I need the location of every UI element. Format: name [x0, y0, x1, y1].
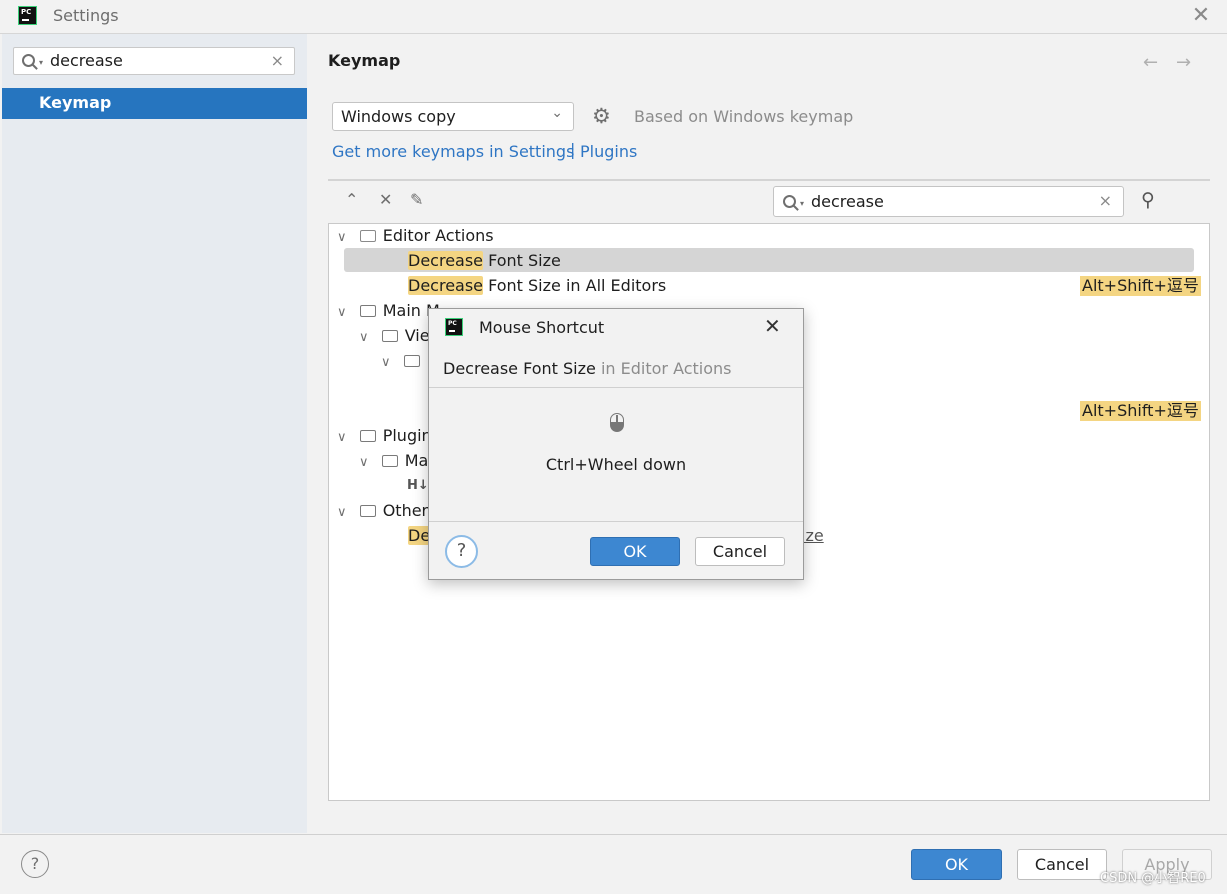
dialog-divider: [429, 521, 803, 522]
tree-folder-label: Vie: [404, 326, 430, 345]
chevron-down-icon[interactable]: ∨: [381, 355, 391, 370]
other-group-icon: [359, 505, 376, 517]
mouse-icon: [610, 413, 624, 432]
window-title: Settings: [53, 6, 119, 25]
tree-group-label: Other: [382, 501, 429, 520]
clear-icon[interactable]: ×: [1099, 191, 1112, 210]
app-logo-icon: PC: [445, 318, 463, 336]
search-match: Decrease: [408, 251, 484, 270]
chevron-down-icon: ⌄: [551, 105, 563, 121]
dialog-ok-button[interactable]: OK: [590, 537, 680, 566]
tree-folder-sub[interactable]: ∨: [381, 349, 420, 373]
cancel-button[interactable]: Cancel: [1017, 849, 1107, 880]
help-icon[interactable]: ?: [21, 850, 49, 878]
tree-group-main-menu[interactable]: ∨ Main M: [337, 299, 440, 323]
tree-folder-label: Ma: [404, 451, 429, 470]
shortcut-badge: Alt+Shift+逗号: [1080, 276, 1201, 296]
tree-group-other[interactable]: ∨ Other: [337, 499, 428, 523]
ok-button[interactable]: OK: [911, 849, 1002, 880]
chevron-down-icon[interactable]: ∨: [359, 455, 369, 470]
folder-icon: [359, 305, 376, 317]
editor-actions-icon: [359, 230, 376, 242]
watermark: CSDN @小智RE0: [1100, 871, 1206, 886]
tree-group-editor-actions[interactable]: ∨ Editor Actions: [337, 224, 494, 248]
gear-icon[interactable]: ⚙: [592, 104, 611, 128]
chevron-down-icon[interactable]: ∨: [337, 430, 347, 445]
chevron-down-icon[interactable]: ∨: [337, 305, 347, 320]
action-search-value: decrease: [811, 192, 884, 211]
tree-item-other-decrease[interactable]: De: [408, 524, 431, 548]
tree-item-decrease-font-size-all[interactable]: Decrease Font Size in All Editors: [408, 274, 666, 298]
edit-shortcut-icon[interactable]: ✎: [410, 190, 423, 209]
search-history-caret-icon[interactable]: ▾: [800, 199, 804, 208]
dialog-cancel-button[interactable]: Cancel: [695, 537, 785, 566]
mouse-shortcut-value: Ctrl+Wheel down: [545, 455, 687, 474]
search-icon: [783, 195, 796, 208]
search-match: Decrease: [408, 276, 484, 295]
divider: [328, 179, 1210, 181]
tree-folder-markdown[interactable]: ∨ Ma: [359, 449, 428, 473]
search-icon: [22, 54, 35, 67]
shortcut-badge: Alt+Shift+逗号: [1080, 401, 1201, 421]
title-bar: [0, 0, 1227, 34]
tree-group-plugins[interactable]: ∨ Plugin: [337, 424, 432, 448]
search-history-caret-icon[interactable]: ▾: [39, 58, 43, 67]
find-shortcut-icon[interactable]: ⚲: [1141, 189, 1155, 211]
tree-folder-view[interactable]: ∨ Vie: [359, 324, 430, 348]
dialog-title: Mouse Shortcut: [479, 318, 605, 337]
collapse-all-icon[interactable]: ✕: [379, 190, 392, 209]
clear-icon[interactable]: ×: [271, 51, 284, 70]
action-search-input[interactable]: ▾ decrease ×: [773, 186, 1124, 217]
link-separator: |: [570, 140, 576, 159]
page-title: Keymap: [328, 51, 401, 70]
sidebar-search-input[interactable]: ▾ decrease ×: [13, 47, 295, 75]
keymap-select-value: Windows copy: [341, 107, 456, 126]
dialog-action-name: Decrease Font Size: [443, 359, 596, 378]
chevron-down-icon[interactable]: ∨: [337, 505, 347, 520]
more-keymaps-link[interactable]: Get more keymaps in Settings: [332, 142, 574, 161]
forward-arrow-icon[interactable]: →: [1176, 52, 1191, 73]
tree-group-label: Editor Actions: [382, 226, 494, 245]
folder-icon: [381, 330, 398, 342]
tree-item-label: Font Size: [483, 251, 561, 270]
dialog-close-icon[interactable]: ✕: [764, 314, 781, 338]
chevron-down-icon[interactable]: ∨: [337, 230, 347, 245]
expand-all-icon[interactable]: ⌃: [345, 190, 358, 209]
tree-item-decrease-font-size[interactable]: Decrease Font Size: [408, 249, 561, 273]
dialog-action-context: in Editor Actions: [595, 359, 732, 378]
help-icon[interactable]: ?: [445, 535, 478, 568]
folder-icon: [359, 430, 376, 442]
window-close-icon[interactable]: ✕: [1187, 2, 1215, 30]
back-arrow-icon[interactable]: ←: [1143, 52, 1158, 73]
dialog-action-label: Decrease Font Size in Editor Actions: [443, 359, 732, 378]
folder-icon: [381, 455, 398, 467]
chevron-down-icon[interactable]: ∨: [359, 330, 369, 345]
keymap-select[interactable]: Windows copy ⌄: [332, 102, 574, 131]
sidebar-search-value: decrease: [50, 51, 123, 70]
app-logo-icon: PC: [18, 6, 37, 25]
plugins-link[interactable]: Plugins: [580, 142, 637, 161]
sidebar-item-label: Keymap: [39, 93, 112, 112]
tree-item-trailing: ize: [801, 526, 824, 545]
search-match: De: [408, 526, 431, 545]
folder-icon: [403, 355, 420, 367]
sidebar: [2, 34, 307, 833]
tree-item-label: Font Size in All Editors: [483, 276, 667, 295]
based-on-label: Based on Windows keymap: [634, 107, 854, 126]
sidebar-item-keymap[interactable]: Keymap: [2, 88, 307, 119]
dialog-divider: [429, 387, 803, 388]
tree-group-label: Plugin: [382, 426, 432, 445]
tree-item-heading-decrease[interactable]: H↓: [407, 474, 429, 498]
